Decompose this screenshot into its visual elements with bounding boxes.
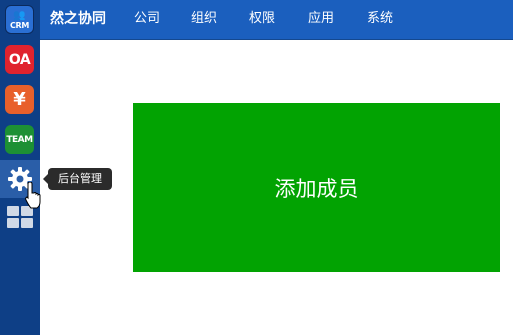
- app-sidebar: 👥 CRM OA ¥ TEAM: [0, 0, 40, 335]
- nav-item-applications[interactable]: 应用: [308, 0, 334, 38]
- hand-cursor-icon: [25, 182, 41, 209]
- team-app-icon[interactable]: TEAM: [5, 125, 34, 154]
- top-navbar: 然之协同 公司 组织 权限 应用 系统: [40, 0, 513, 40]
- nav-item-system[interactable]: 系统: [367, 0, 393, 38]
- tooltip-text: 后台管理: [58, 172, 102, 185]
- people-icon: 👥: [13, 9, 26, 21]
- oa-app-icon[interactable]: OA: [5, 45, 34, 74]
- nav-item-permissions[interactable]: 权限: [249, 0, 275, 38]
- nav-item-organization[interactable]: 组织: [191, 0, 217, 38]
- crm-icon-label: CRM: [9, 20, 30, 30]
- crm-app-icon[interactable]: 👥 CRM: [5, 5, 34, 34]
- add-member-button[interactable]: 添加成员: [133, 103, 500, 272]
- yen-icon-label: ¥: [13, 89, 26, 110]
- add-member-label: 添加成员: [274, 176, 359, 201]
- admin-tooltip: 后台管理: [43, 168, 112, 190]
- oa-icon-label: OA: [8, 51, 31, 68]
- nav-item-company[interactable]: 公司: [134, 0, 160, 38]
- team-icon-label: TEAM: [6, 134, 33, 145]
- brand-title[interactable]: 然之协同: [50, 0, 106, 38]
- finance-app-icon[interactable]: ¥: [5, 85, 34, 114]
